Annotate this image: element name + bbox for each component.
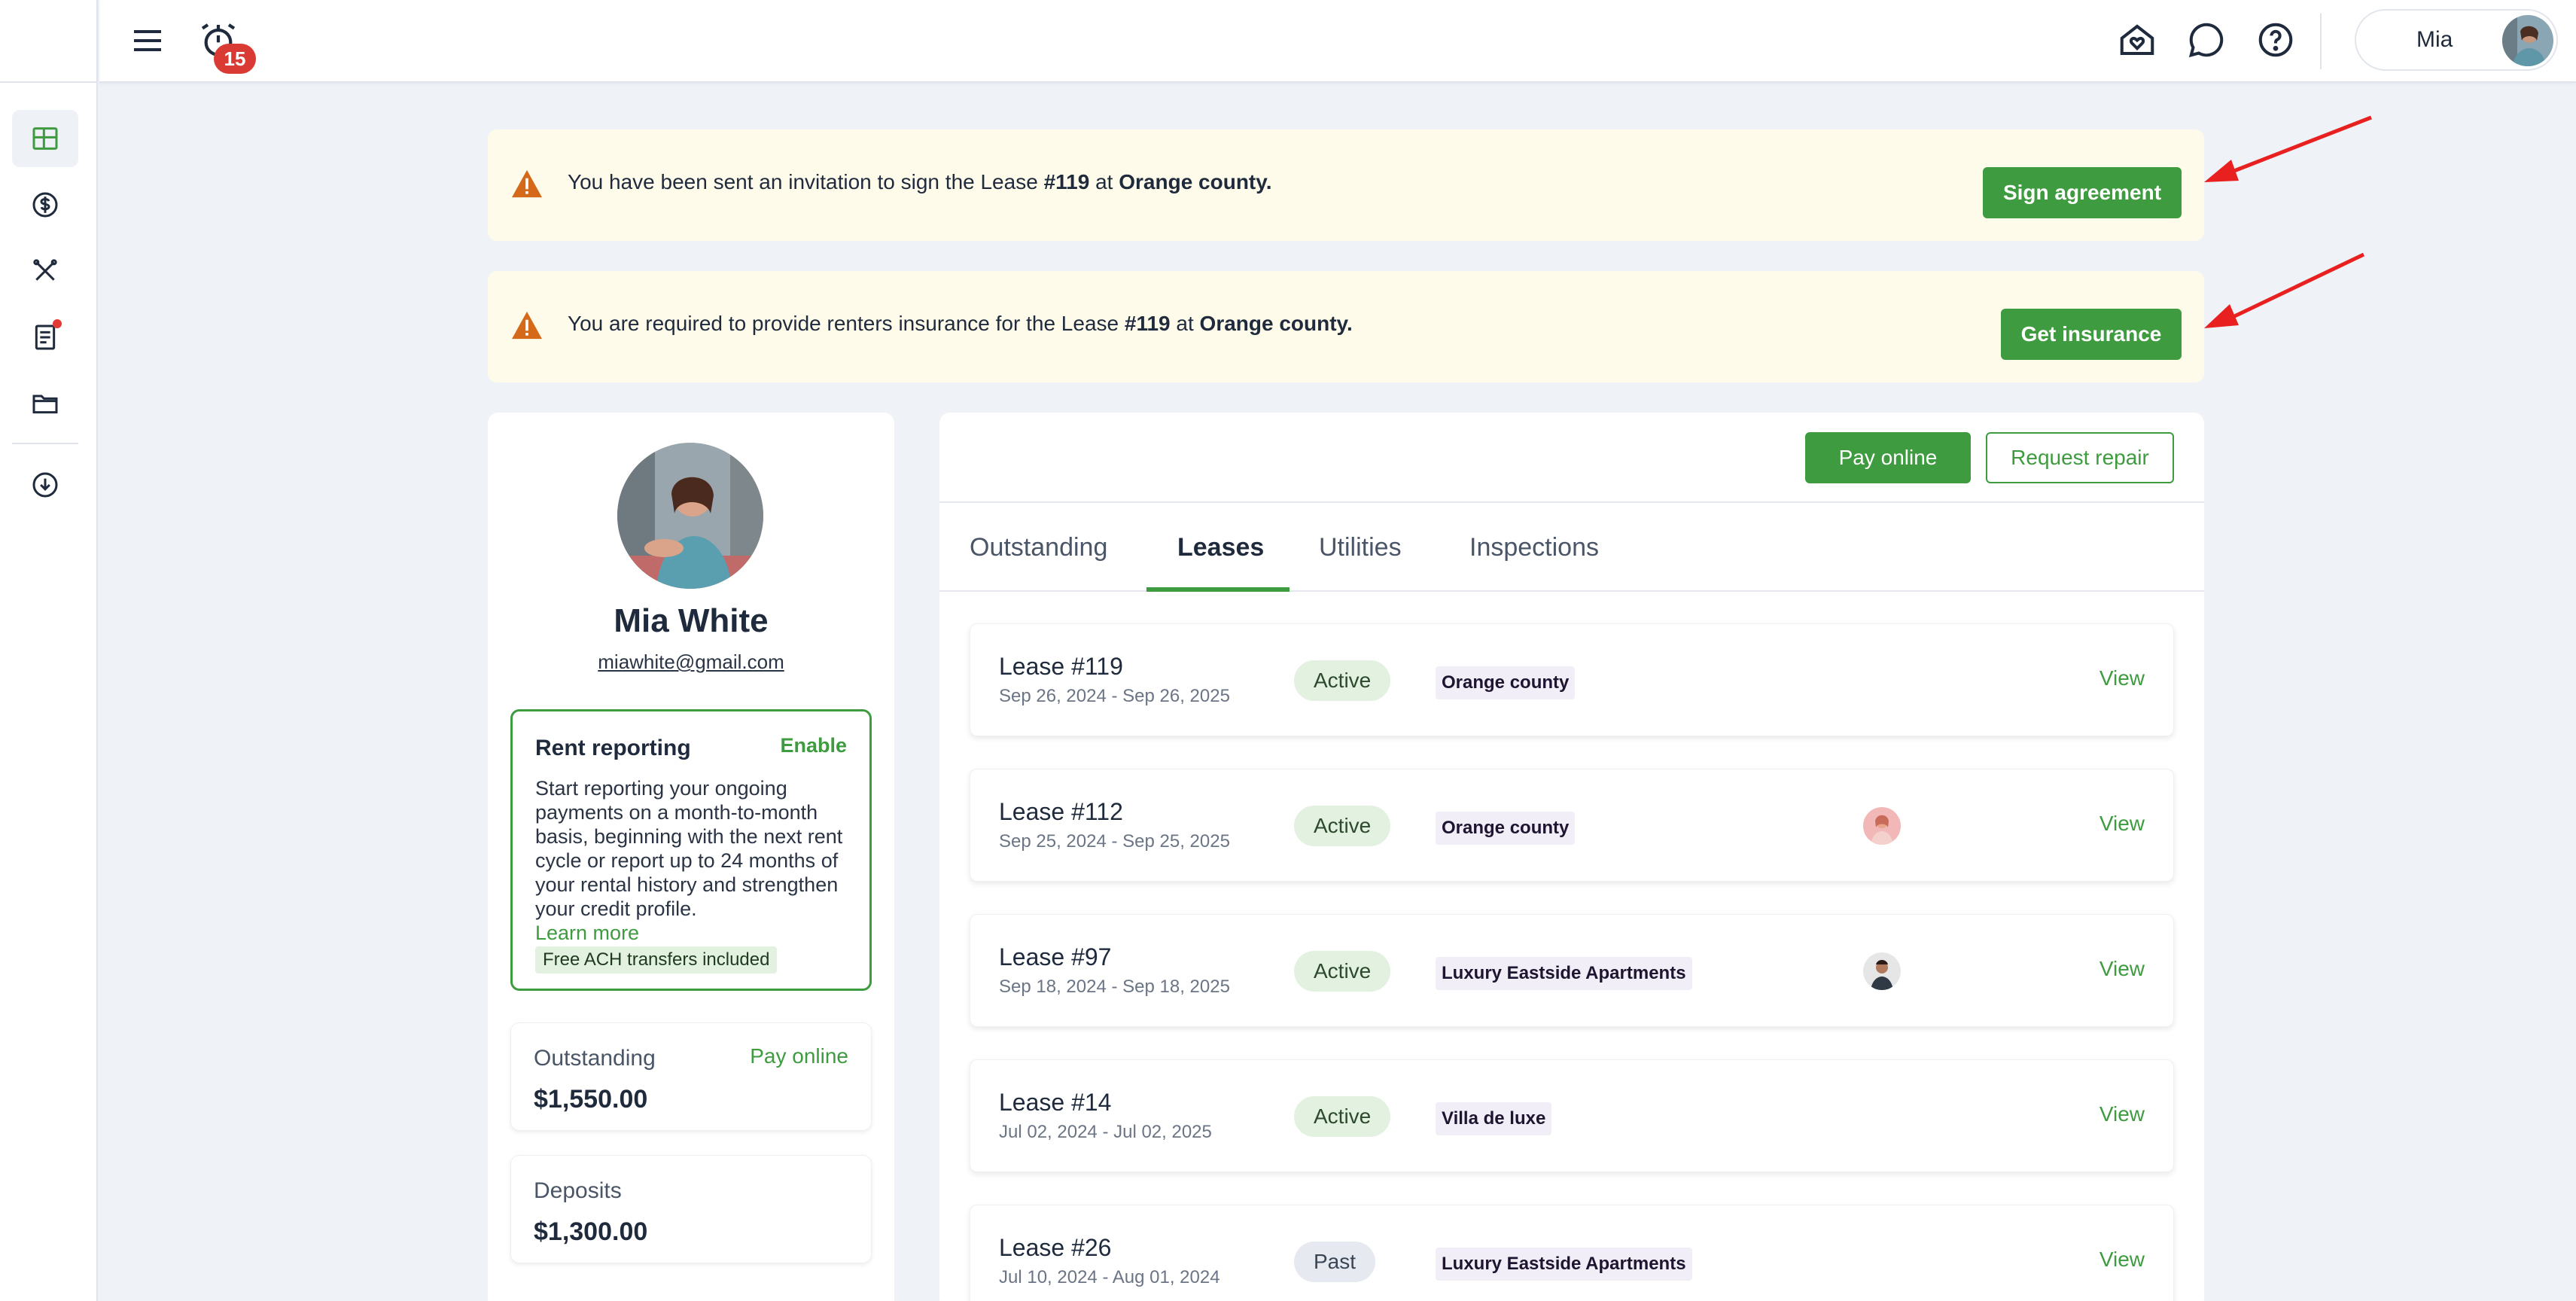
view-link[interactable]: View — [2099, 1102, 2145, 1126]
rent-reporting-title: Rent reporting — [535, 736, 691, 760]
cloud-download-icon — [32, 472, 58, 498]
main-card: Pay online Request repair Outstanding Le… — [939, 413, 2204, 1301]
property-tag: Orange county — [1436, 666, 1576, 699]
avatar — [2502, 15, 2553, 66]
dashboard-icon — [32, 127, 58, 150]
lease-name: Lease #14 — [999, 1089, 1112, 1116]
user-menu[interactable]: Mia — [2355, 9, 2558, 71]
learn-more-link[interactable]: Learn more — [535, 922, 639, 944]
property-tag: Orange county — [1436, 812, 1576, 845]
outstanding-value: $1,550.00 — [534, 1085, 648, 1114]
status-badge: Active — [1294, 806, 1391, 846]
sign-agreement-button[interactable]: Sign agreement — [1983, 167, 2182, 218]
topbar: 15 — [99, 0, 2576, 83]
lease-row[interactable]: Lease #97 Sep 18, 2024 - Sep 18, 2025 Ac… — [970, 914, 2174, 1027]
profile-name: Mia White — [614, 602, 769, 639]
lease-row[interactable]: Lease #112 Sep 25, 2024 - Sep 25, 2025 A… — [970, 769, 2174, 882]
profile-email[interactable]: miawhite@gmail.com — [488, 650, 894, 674]
rent-reporting-card: Rent reporting Enable Start reporting yo… — [510, 709, 872, 991]
view-link[interactable]: View — [2099, 1248, 2145, 1272]
lease-dates: Sep 25, 2024 - Sep 25, 2025 — [999, 831, 1230, 852]
dollar-circle-icon — [32, 192, 58, 218]
sidebar-item-documents[interactable] — [12, 309, 78, 366]
outstanding-card: Outstanding Pay online $1,550.00 — [510, 1022, 872, 1131]
view-link[interactable]: View — [2099, 666, 2145, 690]
property-tag: Luxury Eastside Apartments — [1436, 957, 1692, 990]
lease-dates: Jul 10, 2024 - Aug 01, 2024 — [999, 1267, 1220, 1287]
sidebar-item-files[interactable] — [12, 375, 78, 432]
chat-icon[interactable] — [2186, 20, 2227, 60]
pay-online-button[interactable]: Pay online — [1805, 432, 1971, 483]
sidebar-header — [0, 0, 96, 83]
tab-inspections[interactable]: Inspections — [1469, 503, 1599, 592]
lease-name: Lease #97 — [999, 943, 1112, 970]
lease-name: Lease #112 — [999, 798, 1123, 825]
ach-tag: Free ACH transfers included — [535, 946, 778, 973]
property-tag: Villa de luxe — [1436, 1102, 1552, 1135]
lease-name: Lease #26 — [999, 1234, 1112, 1261]
tab-outstanding[interactable]: Outstanding — [970, 503, 1107, 592]
sidebar-item-payments[interactable] — [12, 176, 78, 233]
enable-rent-reporting-link[interactable]: Enable — [780, 734, 847, 757]
lease-dates: Sep 26, 2024 - Sep 26, 2025 — [999, 686, 1230, 706]
lease-row[interactable]: Lease #119 Sep 26, 2024 - Sep 26, 2025 A… — [970, 623, 2174, 736]
menu-icon[interactable] — [129, 23, 166, 59]
lease-dates: Jul 02, 2024 - Jul 02, 2025 — [999, 1122, 1212, 1142]
pay-online-link[interactable]: Pay online — [750, 1044, 848, 1068]
folder-icon — [32, 395, 58, 414]
sidebar-item-dashboard[interactable] — [12, 110, 78, 167]
outstanding-label: Outstanding — [534, 1046, 656, 1071]
arrow-annotation — [2204, 115, 2372, 182]
help-icon[interactable] — [2255, 20, 2296, 60]
home-heart-icon[interactable] — [2117, 20, 2157, 60]
lease-dates: Sep 18, 2024 - Sep 18, 2025 — [999, 977, 1230, 997]
warning-icon — [512, 311, 542, 340]
get-insurance-button[interactable]: Get insurance — [2001, 309, 2182, 360]
property-tag: Luxury Eastside Apartments — [1436, 1248, 1692, 1281]
avatar — [1863, 952, 1901, 990]
alert-message: You are required to provide renters insu… — [568, 312, 1353, 335]
view-link[interactable]: View — [2099, 957, 2145, 981]
status-badge: Active — [1294, 660, 1391, 701]
alert-sign-agreement: You have been sent an invitation to sign… — [488, 129, 2204, 241]
alert-get-insurance: You are required to provide renters insu… — [488, 271, 2204, 382]
notification-badge: 15 — [214, 44, 256, 74]
tools-icon — [33, 259, 57, 281]
profile-card: Mia White miawhite@gmail.com Rent report… — [488, 413, 894, 1301]
active-tab-indicator — [1146, 587, 1290, 592]
request-repair-button[interactable]: Request repair — [1986, 432, 2174, 483]
profile-photo — [617, 443, 763, 589]
status-badge: Past — [1294, 1242, 1376, 1282]
rent-reporting-description: Start reporting your ongoing payments on… — [535, 777, 843, 944]
sidebar — [0, 0, 98, 1301]
deposits-label: Deposits — [534, 1178, 622, 1203]
alert-message: You have been sent an invitation to sign… — [568, 170, 1272, 193]
arrow-annotation — [2204, 252, 2365, 328]
deposits-card: Deposits $1,300.00 — [510, 1155, 872, 1263]
sidebar-item-maintenance[interactable] — [12, 242, 78, 300]
status-badge: Active — [1294, 951, 1391, 992]
sidebar-divider — [12, 443, 78, 444]
view-link[interactable]: View — [2099, 812, 2145, 836]
warning-icon — [512, 169, 542, 198]
tab-bar: Outstanding Leases Utilities Inspections — [939, 501, 2204, 592]
tab-leases[interactable]: Leases — [1177, 503, 1264, 592]
deposits-value: $1,300.00 — [534, 1217, 648, 1246]
sidebar-item-download[interactable] — [12, 456, 78, 513]
avatar — [1863, 807, 1901, 845]
notification-dot — [53, 319, 62, 328]
status-badge: Active — [1294, 1096, 1391, 1137]
tab-utilities[interactable]: Utilities — [1319, 503, 1402, 592]
topbar-divider — [2320, 14, 2322, 69]
lease-row[interactable]: Lease #14 Jul 02, 2024 - Jul 02, 2025 Ac… — [970, 1059, 2174, 1172]
user-name: Mia — [2416, 27, 2453, 52]
lease-row[interactable]: Lease #26 Jul 10, 2024 - Aug 01, 2024 Pa… — [970, 1205, 2174, 1301]
lease-name: Lease #119 — [999, 653, 1123, 680]
